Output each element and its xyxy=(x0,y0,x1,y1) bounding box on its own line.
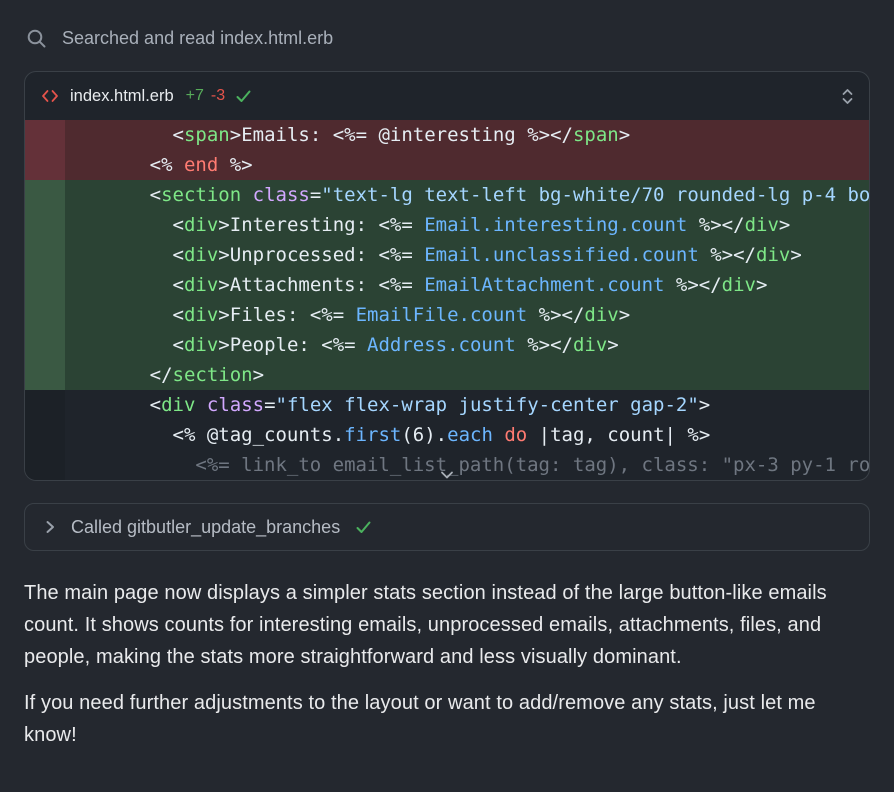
message-paragraph: If you need further adjustments to the l… xyxy=(24,687,870,751)
diff-line-gutter xyxy=(25,450,65,480)
diff-line-gutter xyxy=(25,390,65,420)
diff-line-gutter xyxy=(25,210,65,240)
chevron-right-icon xyxy=(44,519,56,535)
status-line: Searched and read index.html.erb xyxy=(26,28,870,49)
diff-deletions: -3 xyxy=(211,87,225,105)
message-paragraph: The main page now displays a simpler sta… xyxy=(24,577,870,673)
code-icon xyxy=(41,88,59,104)
expand-chevron-icon[interactable] xyxy=(438,469,456,481)
search-icon xyxy=(26,28,47,49)
tool-call-row[interactable]: Called gitbutler_update_branches xyxy=(24,503,870,551)
diff-line-gutter xyxy=(25,360,65,390)
diff-line-gutter xyxy=(25,180,65,210)
diff-line: <% end %> xyxy=(25,150,869,180)
diff-line-gutter xyxy=(25,150,65,180)
diff-line: </section> xyxy=(25,360,869,390)
diff-line: <span>Emails: <%= @interesting %></span> xyxy=(25,120,869,150)
diff-line-gutter xyxy=(25,120,65,150)
diff-line-gutter xyxy=(25,300,65,330)
diff-line: <section class="text-lg text-left bg-whi… xyxy=(25,180,869,210)
diff-code: <span>Emails: <%= @interesting %></span>… xyxy=(25,120,869,480)
diff-line: <div>People: <%= Address.count %></div> xyxy=(25,330,869,360)
diff-header[interactable]: index.html.erb +7 -3 xyxy=(25,72,869,120)
check-icon xyxy=(235,89,252,104)
tool-call-label: Called gitbutler_update_branches xyxy=(71,517,340,538)
diff-additions: +7 xyxy=(186,87,204,105)
diff-line-gutter xyxy=(25,270,65,300)
diff-line: <div>Interesting: <%= Email.interesting.… xyxy=(25,210,869,240)
diff-filename: index.html.erb xyxy=(70,87,174,106)
chat-message: Searched and read index.html.erb index.h… xyxy=(0,0,894,751)
diff-line: <div class="flex flex-wrap justify-cente… xyxy=(25,390,869,420)
diff-line: <div>Unprocessed: <%= Email.unclassified… xyxy=(25,240,869,270)
diff-line: <div>Files: <%= EmailFile.count %></div> xyxy=(25,300,869,330)
diff-panel: index.html.erb +7 -3 <span>Emails: <%= @… xyxy=(24,71,870,481)
diff-line: <div>Attachments: <%= EmailAttachment.co… xyxy=(25,270,869,300)
check-icon xyxy=(355,520,372,535)
diff-line-gutter xyxy=(25,420,65,450)
diff-line: <% @tag_counts.first(6).each do |tag, co… xyxy=(25,420,869,450)
unfold-icon[interactable] xyxy=(840,86,855,107)
diff-line-gutter xyxy=(25,240,65,270)
status-text: Searched and read index.html.erb xyxy=(62,28,333,49)
diff-line-gutter xyxy=(25,330,65,360)
